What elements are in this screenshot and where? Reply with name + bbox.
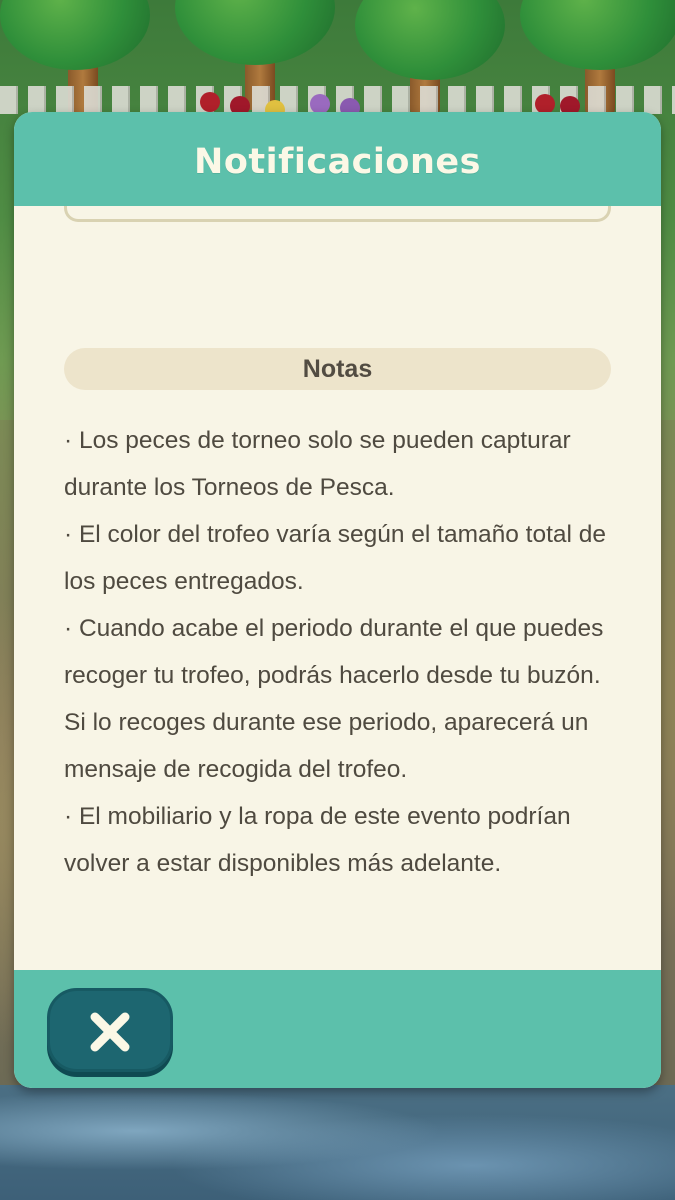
flower: [535, 94, 555, 114]
scrolled-card-edge: [64, 206, 611, 222]
close-button[interactable]: [47, 988, 173, 1072]
tree-canopy: [355, 0, 505, 80]
flower: [200, 92, 220, 112]
flower: [310, 94, 330, 114]
dialog-header: Notificaciones: [14, 112, 661, 206]
dialog-footer: [14, 970, 661, 1088]
notes-heading: Notas: [302, 355, 373, 383]
close-icon: [90, 1012, 130, 1052]
notes-list: · Los peces de torneo solo se pueden cap…: [64, 417, 624, 887]
tree-canopy: [175, 0, 335, 65]
notifications-dialog: Notificaciones Notas · Los peces de torn…: [14, 112, 661, 1088]
tree-canopy: [0, 0, 150, 70]
note-item: · Cuando acabe el periodo durante el que…: [64, 615, 604, 783]
dialog-title: Notificaciones: [194, 142, 481, 182]
note-item: · Los peces de torneo solo se pueden cap…: [64, 427, 571, 501]
note-item: · El mobiliario y la ropa de este evento…: [64, 803, 571, 877]
note-item: · El color del trofeo varía según el tam…: [64, 521, 607, 595]
notes-heading-bar: Notas: [64, 348, 611, 390]
water: [0, 1085, 675, 1200]
tree-canopy: [520, 0, 675, 70]
